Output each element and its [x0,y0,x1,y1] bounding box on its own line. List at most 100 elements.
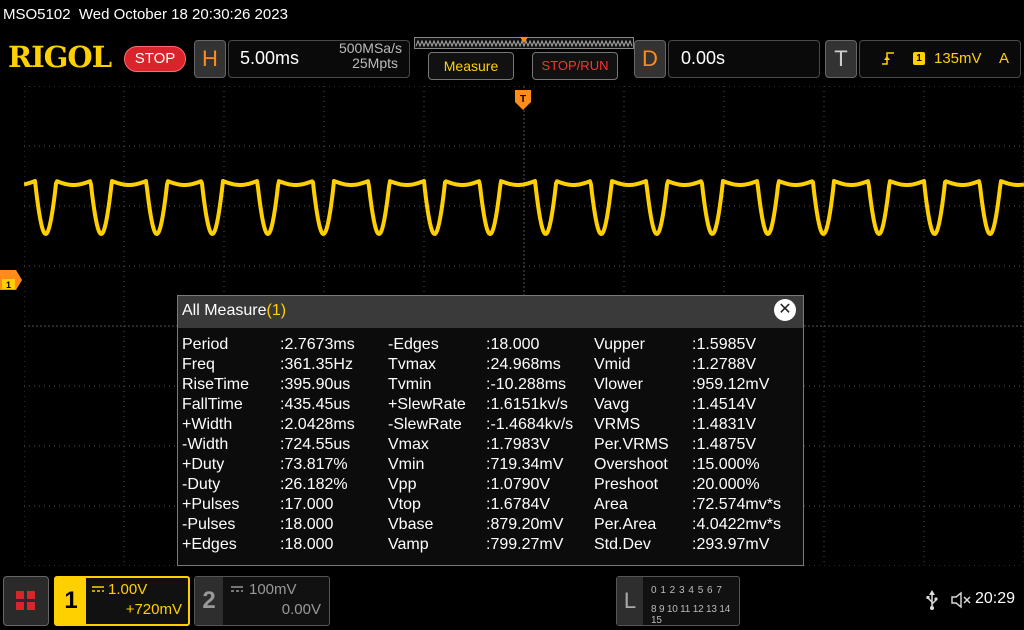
trigger-position-marker[interactable]: T [515,90,531,110]
measure-name: RiseTime [182,376,249,393]
measure-value: :20.000% [692,476,760,493]
measure-value: :1.7983V [486,436,551,453]
measure-name: +Duty [182,456,225,473]
measure-name: Tvmin [388,376,432,393]
measure-name: Vavg [594,396,630,413]
measure-value: :24.968ms [486,356,561,373]
sample-rate: 500MSa/s [338,40,402,56]
measure-value: :435.45us [280,396,351,413]
measure-value: :18.000 [280,536,334,553]
measure-name: -Width [182,436,229,453]
measure-value: :17.000 [280,496,334,513]
measure-value: :293.97mV [692,536,770,553]
measure-name: Vmin [388,456,425,473]
measure-name: Freq [182,356,215,373]
measure-name: Vbase [388,516,434,533]
measure-name: Area [594,496,628,513]
speaker-muted-icon[interactable] [950,590,972,610]
measure-value: :2.7673ms [280,336,355,353]
dc-coupling-icon [92,586,104,592]
measure-name: Preshoot [594,476,659,493]
measure-value: :1.4514V [692,396,757,413]
measure-value: :959.12mV [692,376,770,393]
rigol-logo: RIGOL [8,40,112,74]
measure-button[interactable]: Measure [428,52,514,80]
measure-value: :879.20mV [486,516,564,533]
ch1-panel[interactable]: 1 1.00V +720mV [54,576,190,626]
logic-analyzer-panel[interactable]: L 0 1 2 3 4 5 6 7 8 9 10 11 12 13 14 15 [616,576,740,626]
measure-name: Std.Dev [594,536,651,553]
ch1-offset-marker[interactable]: 1 [0,270,22,290]
trigger-position-strip [414,37,634,49]
trigger-level: 135mV [934,50,982,67]
measure-value: :72.574mv*s [692,496,781,513]
trigger-mode: A [999,50,1010,67]
measure-value: :15.000% [692,456,760,473]
measure-name: Per.VRMS [594,436,669,453]
measure-value: :18.000 [280,516,334,533]
measure-name: Tvmax [388,356,436,373]
delay-value: 0.00s [681,48,726,68]
usb-icon [926,590,938,610]
measure-value: :395.90us [280,376,351,393]
horizontal-menu-button[interactable]: H [194,40,226,78]
stop-run-button[interactable]: STOP/RUN [532,52,618,80]
measure-value: :1.6784V [486,496,551,513]
measure-value: :4.0422mv*s [692,516,781,533]
ch1-scale: 1.00V [108,581,148,598]
measure-panel-title: All Measure(1) [182,302,287,319]
measure-name: Overshoot [594,456,668,473]
close-icon[interactable]: ✕ [774,299,796,321]
measure-name: +Width [182,416,233,433]
delay-menu-button[interactable]: D [634,40,666,78]
measure-name: FallTime [182,396,243,413]
status-line: MSO5102 Wed October 18 20:30:26 2023 [3,6,288,23]
svg-text:1: 1 [6,280,11,290]
la-channels-8-15: 8 9 10 11 12 13 14 15 [651,604,731,626]
measure-value: :724.55us [280,436,351,453]
measure-value: :799.27mV [486,536,564,553]
measure-value: :-1.4684kv/s [486,416,574,433]
measure-value: :18.000 [486,336,540,353]
ch2-scale: 100mV [249,581,297,598]
measure-name: +Pulses [182,496,240,513]
measure-value: :1.0790V [486,476,551,493]
measure-name: -Duty [182,476,221,493]
measure-name: Vmid [594,356,631,373]
measure-name: Period [182,336,229,353]
dc-coupling-icon [231,586,243,592]
date-time: Wed October 18 20:30:26 2023 [78,6,288,23]
measure-value: :1.5985V [692,336,757,353]
model-name: MSO5102 [3,6,71,23]
measure-name: Vtop [388,496,421,513]
trigger-rising-edge-icon [882,52,894,65]
measure-name: VRMS [594,416,641,433]
memory-depth: 25Mpts [352,55,398,71]
measure-value: :361.35Hz [280,356,353,373]
measure-value: :719.34mV [486,456,564,473]
measure-name: +SlewRate [388,396,466,413]
measure-value: :1.4831V [692,416,757,433]
ch2-number: 2 [195,577,223,625]
measure-name: Per.Area [594,516,657,533]
measure-value: :-10.288ms [486,376,567,393]
all-measure-panel: All Measure(1) ✕ Period :2.7673ms Freq :361… [177,295,804,566]
run-state-badge[interactable]: STOP [124,46,186,72]
ch2-offset: 0.00V [281,601,321,618]
system-clock: 20:29 [975,590,1016,607]
ch1-number: 1 [56,578,86,624]
measure-value: :73.817% [280,456,348,473]
measure-panel-header[interactable]: All Measure(1) ✕ [178,296,803,328]
measure-name: -Pulses [182,516,236,533]
measure-name: -SlewRate [388,416,462,433]
ch2-panel[interactable]: 2 100mV 0.00V [194,576,330,626]
la-channels-0-7: 0 1 2 3 4 5 6 7 [651,585,723,596]
measure-name: +Edges [182,536,237,553]
measure-value: :1.6151kv/s [486,396,568,413]
measure-name: -Edges [388,336,439,353]
measure-value: :1.4875V [692,436,757,453]
trigger-menu-button[interactable]: T [825,40,857,78]
home-grid-icon[interactable] [3,576,49,626]
measure-value: :2.0428ms [280,416,355,433]
measure-name: Vamp [388,536,429,553]
